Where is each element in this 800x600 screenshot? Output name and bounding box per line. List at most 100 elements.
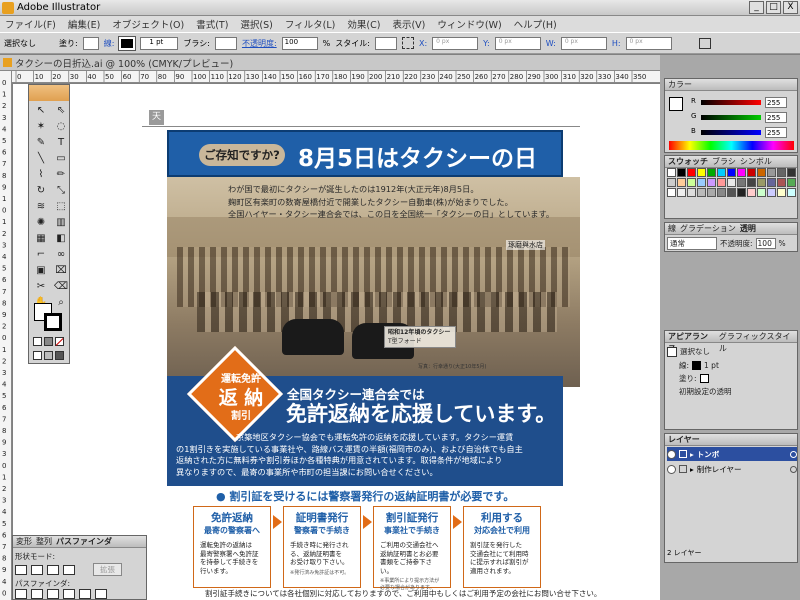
- swatch-chip[interactable]: [717, 168, 726, 177]
- mesh-tool-icon[interactable]: ▦: [32, 232, 50, 246]
- selection-tool-icon[interactable]: ↖: [32, 104, 50, 118]
- stroke-color-swatch[interactable]: [44, 313, 62, 331]
- swatch-chip[interactable]: [687, 168, 696, 177]
- toolbox-header[interactable]: [29, 85, 69, 101]
- swatch-chip[interactable]: [747, 178, 756, 187]
- appearance-transparency[interactable]: 初期設定の透明: [679, 386, 732, 397]
- style-dropdown[interactable]: [374, 36, 397, 50]
- line-tool-icon[interactable]: ╲: [32, 152, 50, 166]
- pencil-tool-icon[interactable]: ✏: [52, 168, 70, 182]
- swatch-chip[interactable]: [697, 178, 706, 187]
- swatch-chip[interactable]: [677, 188, 686, 197]
- swatch-chip[interactable]: [727, 178, 736, 187]
- b-value[interactable]: 255: [765, 127, 787, 138]
- rectangle-tool-icon[interactable]: ▭: [52, 152, 70, 166]
- scale-tool-icon[interactable]: ⤡: [52, 184, 70, 198]
- transparency-tabs[interactable]: 線 グラデーション 透明: [665, 223, 797, 235]
- minus-back-icon[interactable]: [95, 589, 107, 599]
- color-spectrum-bar[interactable]: [669, 141, 794, 150]
- pathfinder-buttons[interactable]: [15, 589, 107, 599]
- w-field[interactable]: 0 px: [560, 36, 607, 50]
- subtract-shape-icon[interactable]: [31, 564, 43, 575]
- swatch-chip[interactable]: [737, 188, 746, 197]
- swatch-chip[interactable]: [777, 178, 786, 187]
- symbol-sprayer-tool-icon[interactable]: ✺: [32, 216, 50, 230]
- lock-icon[interactable]: [679, 450, 687, 458]
- appearance-fill-swatch[interactable]: [699, 374, 709, 383]
- menu-help[interactable]: ヘルプ(H): [513, 17, 558, 31]
- swatch-chip[interactable]: [787, 168, 796, 177]
- eraser-tool-icon[interactable]: ⌫: [52, 280, 70, 294]
- document-tab[interactable]: タクシーの日折込.ai @ 100% (CMYK/プレビュー): [0, 55, 660, 71]
- swatch-chip[interactable]: [767, 188, 776, 197]
- swatch-chip[interactable]: [747, 168, 756, 177]
- swatch-chip[interactable]: [667, 168, 676, 177]
- add-shape-icon[interactable]: [15, 564, 27, 575]
- color-panel-tab[interactable]: カラー: [665, 79, 797, 91]
- swatch-chip[interactable]: [747, 188, 756, 197]
- opacity-field[interactable]: 100: [281, 36, 318, 50]
- target-icon[interactable]: [790, 465, 797, 473]
- expand-arrow-icon[interactable]: ▸: [690, 465, 694, 474]
- appearance-fill-label[interactable]: 塗り:: [679, 373, 697, 384]
- pathfinder-tabs[interactable]: 変形 整列 パスファインダ: [13, 536, 146, 548]
- menu-edit[interactable]: 編集(E): [67, 17, 101, 31]
- color-fill-stroke-icon[interactable]: [669, 97, 683, 111]
- visibility-eye-icon[interactable]: [667, 449, 676, 459]
- menu-type[interactable]: 書式(T): [195, 17, 229, 31]
- swatch-chip[interactable]: [697, 188, 706, 197]
- swatch-chip[interactable]: [717, 178, 726, 187]
- menu-object[interactable]: オブジェクト(O): [111, 17, 185, 31]
- menu-effect[interactable]: 効果(C): [346, 17, 381, 31]
- swatch-chip[interactable]: [717, 188, 726, 197]
- free-transform-tool-icon[interactable]: ⬚: [52, 200, 70, 214]
- merge-icon[interactable]: [47, 589, 59, 599]
- expand-button[interactable]: 拡張: [93, 563, 122, 576]
- swatch-chip[interactable]: [677, 168, 686, 177]
- appearance-stroke-label[interactable]: 線:: [679, 360, 689, 371]
- horizontal-ruler[interactable]: 0 10 20 30 40 50 60 70 80 90 100 110 120 130 140 150 160…: [12, 71, 660, 83]
- swatch-chip[interactable]: [687, 178, 696, 187]
- swatch-chip[interactable]: [767, 168, 776, 177]
- visibility-eye-icon[interactable]: [667, 464, 676, 474]
- document-setup-icon[interactable]: [698, 37, 711, 49]
- intersect-shape-icon[interactable]: [47, 564, 59, 575]
- screen-mode-buttons[interactable]: [33, 351, 64, 360]
- opacity-value[interactable]: 100: [755, 238, 776, 249]
- swatch-grid[interactable]: [667, 168, 796, 197]
- appearance-stroke-swatch[interactable]: [692, 361, 702, 370]
- minimize-button[interactable]: _: [749, 1, 764, 14]
- menu-file[interactable]: ファイル(F): [4, 17, 57, 31]
- menu-select[interactable]: 選択(S): [239, 17, 273, 31]
- swatch-chip[interactable]: [757, 168, 766, 177]
- h-field[interactable]: 0 px: [625, 36, 672, 50]
- gradient-tool-icon[interactable]: ◧: [52, 232, 70, 246]
- appearance-tabs[interactable]: アピアランス グラフィックスタイル: [665, 331, 797, 353]
- swatch-chip[interactable]: [707, 188, 716, 197]
- g-slider[interactable]: [701, 115, 761, 120]
- layers-tab[interactable]: レイヤー: [665, 434, 797, 446]
- swatch-chip[interactable]: [737, 178, 746, 187]
- swatch-chip[interactable]: [787, 188, 796, 197]
- swatch-chip[interactable]: [737, 168, 746, 177]
- swatches-tabs[interactable]: スウォッチ ブラシ シンボル: [665, 156, 797, 168]
- blend-mode-dropdown[interactable]: 通常: [667, 237, 717, 250]
- swatch-chip[interactable]: [727, 168, 736, 177]
- shape-mode-buttons[interactable]: 拡張: [15, 563, 122, 576]
- swatch-chip[interactable]: [767, 178, 776, 187]
- stroke-swatch[interactable]: [118, 35, 137, 51]
- paintbrush-tool-icon[interactable]: ⌇: [32, 168, 50, 182]
- menu-view[interactable]: 表示(V): [391, 17, 426, 31]
- trim-icon[interactable]: [31, 589, 43, 599]
- crop-icon[interactable]: [63, 589, 75, 599]
- lasso-tool-icon[interactable]: ◌: [52, 120, 70, 134]
- swatch-chip[interactable]: [667, 178, 676, 187]
- appearance-stroke-value[interactable]: 1 pt: [704, 361, 719, 370]
- pen-tool-icon[interactable]: ✎: [32, 136, 50, 150]
- swatch-chip[interactable]: [707, 168, 716, 177]
- exclude-shape-icon[interactable]: [63, 564, 75, 575]
- scissors-tool-icon[interactable]: ✂: [32, 280, 50, 294]
- rotate-tool-icon[interactable]: ↻: [32, 184, 50, 198]
- swatch-chip[interactable]: [687, 188, 696, 197]
- zoom-tool-icon[interactable]: ⌕: [52, 296, 70, 310]
